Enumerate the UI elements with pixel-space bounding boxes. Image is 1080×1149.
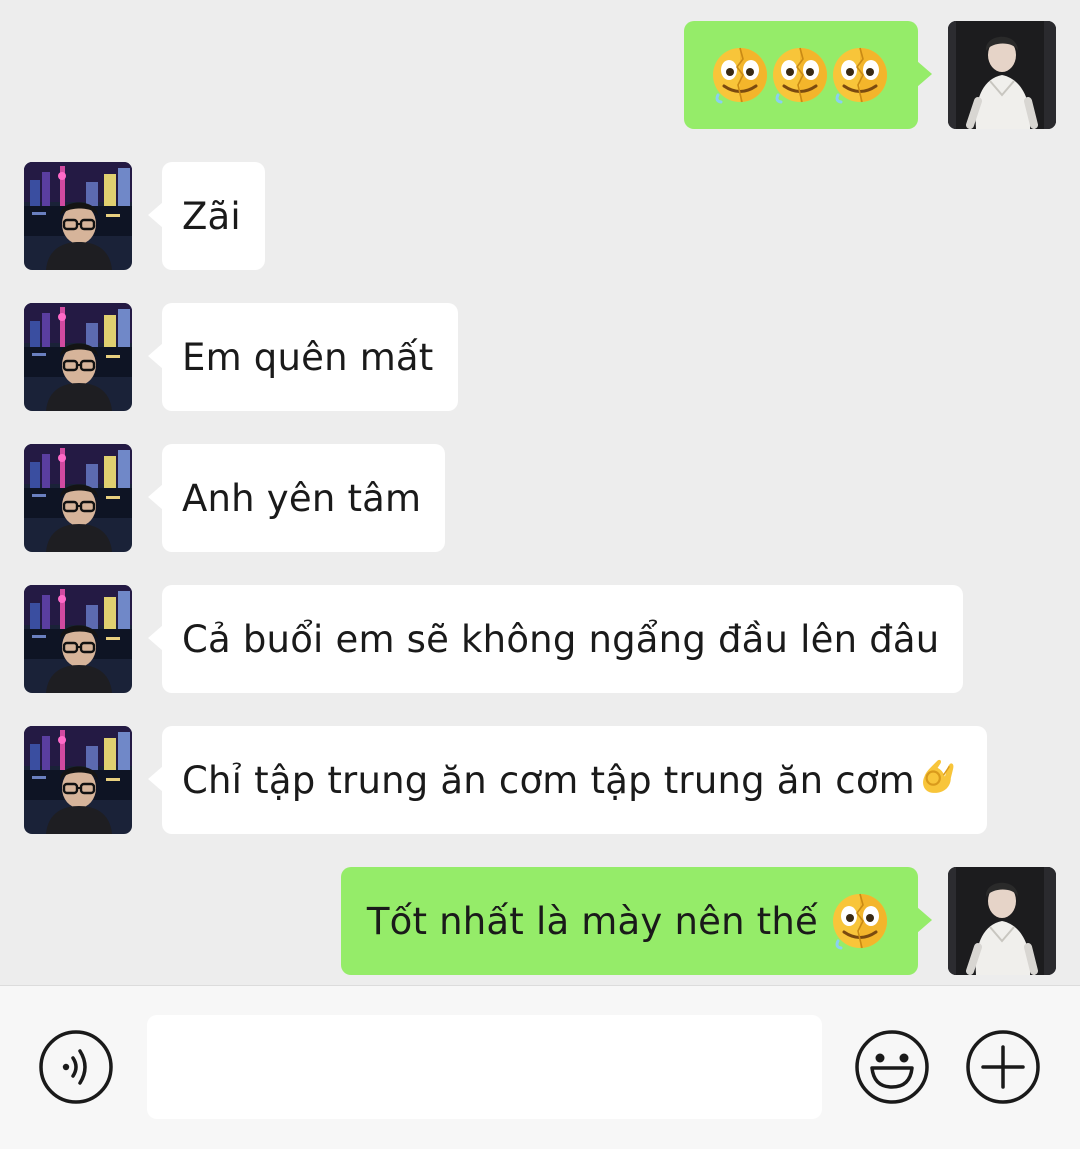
message-row-outgoing: Tốt nhất là mày nên thế <box>0 867 1080 975</box>
friend-avatar[interactable] <box>24 585 132 693</box>
melting-face-emoji <box>830 891 890 951</box>
message-text: Tốt nhất là mày nên thế <box>366 899 818 943</box>
chat-message-list[interactable]: Zãi Em quên mất Anh yên tâm Cả buổi em s… <box>0 0 1080 985</box>
incoming-message-bubble[interactable]: Em quên mất <box>148 303 458 411</box>
voice-button[interactable] <box>38 1029 114 1105</box>
message-row-incoming: Anh yên tâm <box>0 444 1080 552</box>
message-row-incoming: Zãi <box>0 162 1080 270</box>
incoming-message-bubble[interactable]: Zãi <box>148 162 265 270</box>
more-options-button[interactable] <box>965 1029 1041 1105</box>
incoming-message-bubble[interactable]: Cả buổi em sẽ không ngẩng đầu lên đâu <box>147 585 964 693</box>
message-row-incoming: Chỉ tập trung ăn cơm tập trung ăn cơm <box>0 726 1080 834</box>
message-text: Zãi <box>182 194 241 238</box>
message-text: Chỉ tập trung ăn cơm tập trung ăn cơm <box>182 758 915 802</box>
message-input[interactable] <box>147 1015 822 1119</box>
voice-icon <box>39 1030 113 1104</box>
plus-icon <box>966 1030 1040 1104</box>
emoji-smiley-icon <box>855 1030 929 1104</box>
friend-avatar[interactable] <box>24 726 132 834</box>
outgoing-message-bubble[interactable] <box>684 21 932 129</box>
chat-input-bar <box>0 985 1080 1149</box>
message-row-incoming: Cả buổi em sẽ không ngẩng đầu lên đâu <box>0 585 1080 693</box>
outgoing-message-bubble[interactable]: Tốt nhất là mày nên thế <box>340 867 933 975</box>
message-row-incoming: Em quên mất <box>0 303 1080 411</box>
emoji-button[interactable] <box>854 1029 930 1105</box>
friend-avatar[interactable] <box>24 162 132 270</box>
my-avatar[interactable] <box>948 867 1056 975</box>
message-row-outgoing <box>0 20 1080 130</box>
melting-face-emoji <box>830 45 890 105</box>
melting-face-emoji <box>710 45 770 105</box>
message-text: Anh yên tâm <box>182 476 422 520</box>
my-avatar[interactable] <box>948 21 1056 129</box>
message-text: Cả buổi em sẽ không ngẩng đầu lên đâu <box>182 617 940 661</box>
melting-face-emoji <box>770 45 830 105</box>
ok-hand-emoji <box>919 755 963 805</box>
incoming-message-bubble[interactable]: Anh yên tâm <box>147 444 446 552</box>
message-text: Em quên mất <box>182 335 434 379</box>
friend-avatar[interactable] <box>24 303 132 411</box>
incoming-message-bubble[interactable]: Chỉ tập trung ăn cơm tập trung ăn cơm <box>148 726 987 834</box>
friend-avatar[interactable] <box>24 444 132 552</box>
